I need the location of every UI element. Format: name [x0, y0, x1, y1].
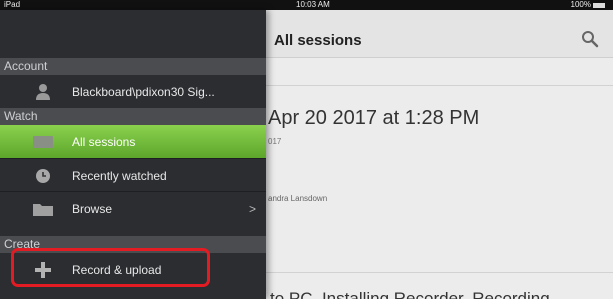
- account-label: Blackboard\pdixon30 Sig...: [72, 85, 215, 99]
- sessions-pane: All sessions Apr 20 2017 at 1:28 PM 017 …: [266, 10, 613, 299]
- carrier-label: iPad: [4, 0, 21, 9]
- session-owner: andra Lansdown: [268, 194, 328, 203]
- session-date: 017: [268, 137, 282, 146]
- highlight-box: [11, 248, 210, 287]
- sidebar-item-recently-watched[interactable]: Recently watched: [0, 158, 266, 191]
- user-icon: [33, 83, 53, 100]
- session-title: Apr 20 2017 at 1:28 PM: [268, 107, 480, 129]
- folder-icon: [33, 200, 53, 217]
- divider: [266, 272, 613, 273]
- battery-indicator: 100%: [571, 0, 605, 10]
- page-title: All sessions: [274, 32, 362, 49]
- sidebar-item-all-sessions[interactable]: All sessions: [0, 125, 266, 158]
- sidebar-item-label: All sessions: [72, 135, 136, 149]
- status-bar: iPad 10:03 AM 100%: [0, 0, 613, 10]
- section-watch: Watch: [0, 108, 266, 125]
- divider: [266, 85, 613, 86]
- section-account: Account: [0, 58, 266, 75]
- search-icon[interactable]: [581, 30, 599, 48]
- sidebar-item-label: Recently watched: [72, 169, 167, 183]
- clock-icon: [33, 167, 53, 184]
- next-session-title[interactable]: to PC, Installing Recorder, Recording: [270, 289, 550, 299]
- status-time: 10:03 AM: [296, 0, 330, 9]
- account-row[interactable]: Blackboard\pdixon30 Sig...: [0, 75, 266, 108]
- chevron-right-icon: >: [248, 202, 256, 216]
- sidebar-item-browse[interactable]: Browse >: [0, 191, 266, 224]
- monitor-icon: [33, 133, 53, 150]
- battery-percent: 100%: [570, 0, 591, 9]
- sidebar-item-label: Browse: [72, 202, 113, 216]
- battery-icon: [593, 2, 605, 8]
- sessions-header: All sessions: [266, 10, 613, 58]
